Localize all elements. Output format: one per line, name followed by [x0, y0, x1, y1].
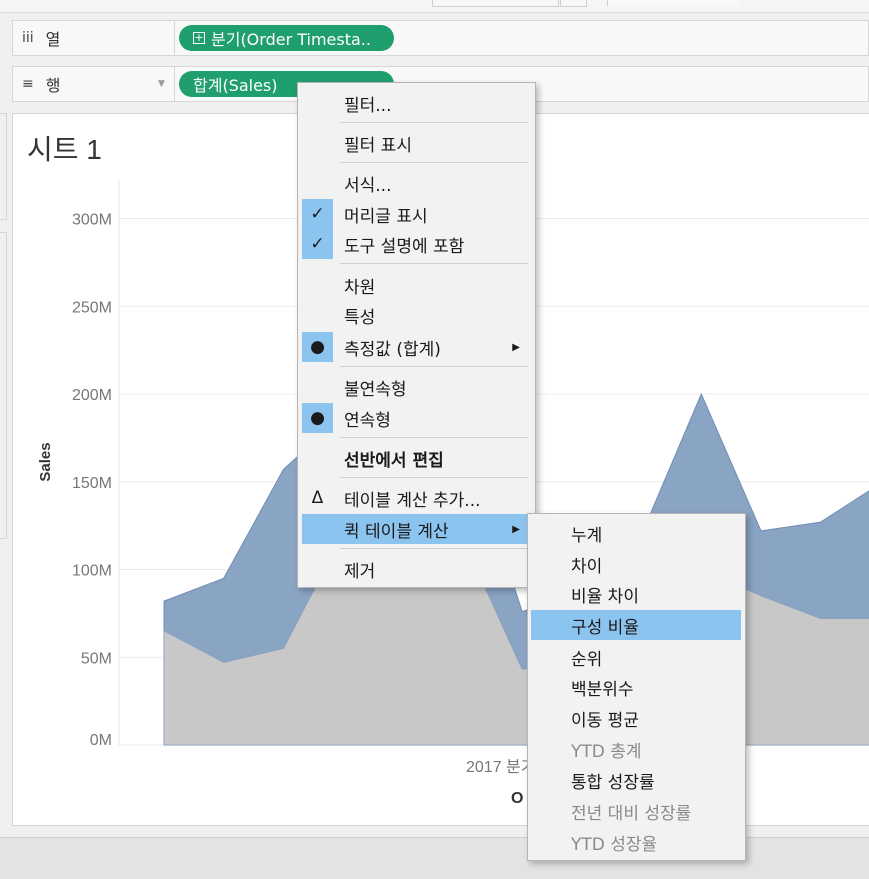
- menu-item-edit-in-shelf[interactable]: 선반에서 편집: [302, 443, 530, 473]
- submenu-item-compound-growth[interactable]: 통합 성장률: [531, 765, 741, 795]
- menu-item-dimension[interactable]: 차원: [302, 270, 530, 300]
- y-tick-label: 250M: [72, 299, 112, 316]
- bullet-icon: ●: [302, 332, 333, 362]
- y-axis-title: Sales: [37, 442, 54, 481]
- menu-item-include-tooltip[interactable]: ✓ 도구 설명에 포함: [302, 229, 530, 259]
- y-tick-label: 100M: [72, 563, 112, 580]
- menu-item-remove[interactable]: 제거: [302, 554, 530, 584]
- submenu-item-ytd-growth: YTD 성장율: [571, 834, 658, 855]
- submenu-item-percent-difference[interactable]: 비율 차이: [531, 579, 741, 609]
- submenu-arrow-icon: ▶: [512, 523, 520, 535]
- submenu-item-difference[interactable]: 차이: [531, 549, 741, 579]
- menu-item-continuous[interactable]: ● 연속형: [302, 403, 530, 433]
- menu-item-show-header[interactable]: ✓ 머리글 표시: [302, 199, 530, 229]
- submenu-item-running-total[interactable]: 누계: [531, 518, 741, 548]
- menu-item-measure[interactable]: ● 측정값 (합계) ▶: [302, 332, 530, 362]
- y-tick-label: 0M: [90, 732, 112, 749]
- submenu-item-ytd-total: YTD 총계: [571, 741, 642, 762]
- menu-separator: [340, 366, 528, 367]
- menu-item-add-table-calc[interactable]: Δ 테이블 계산 추가...: [302, 483, 530, 513]
- submenu-item-yoy-growth: 전년 대비 성장률: [571, 803, 692, 824]
- menu-separator: [340, 477, 528, 478]
- menu-item-attribute[interactable]: 특성: [302, 300, 530, 330]
- menu-item-show-filter[interactable]: 필터 표시: [302, 128, 530, 158]
- pill-context-menu: 필터... 필터 표시 서식... ✓ 머리글 표시 ✓ 도구 설명에 포함 차…: [297, 82, 536, 588]
- y-tick-label: 50M: [81, 650, 112, 667]
- menu-separator: [340, 162, 528, 163]
- menu-item-filter[interactable]: 필터...: [302, 88, 530, 118]
- checkmark-icon: ✓: [302, 199, 333, 229]
- delta-icon: Δ: [311, 488, 324, 508]
- y-tick-label: 200M: [72, 387, 112, 404]
- submenu-arrow-icon: ▶: [512, 341, 520, 353]
- menu-item-quick-table-calc[interactable]: 퀵 테이블 계산 ▶: [302, 514, 530, 544]
- menu-item-discrete[interactable]: 불연속형: [302, 372, 530, 402]
- checkmark-icon: ✓: [302, 229, 333, 259]
- y-tick-label: 300M: [72, 212, 112, 229]
- submenu-item-percentile[interactable]: 백분위수: [531, 672, 741, 702]
- menu-item-format[interactable]: 서식...: [302, 168, 530, 198]
- x-axis-title: O: [511, 790, 523, 807]
- submenu-item-moving-average[interactable]: 이동 평균: [531, 703, 741, 733]
- menu-separator: [340, 263, 528, 264]
- y-tick-label: 150M: [72, 475, 112, 492]
- submenu-item-rank[interactable]: 순위: [531, 642, 741, 672]
- submenu-item-percent-of-total[interactable]: 구성 비율: [531, 610, 741, 640]
- quick-table-calc-submenu: 누계 차이 비율 차이 구성 비율 순위 백분위수 이동 평균 YTD 총계 통…: [527, 513, 746, 861]
- menu-separator: [340, 548, 528, 549]
- menu-separator: [340, 437, 528, 438]
- menu-separator: [340, 122, 528, 123]
- bullet-icon: ●: [302, 403, 333, 433]
